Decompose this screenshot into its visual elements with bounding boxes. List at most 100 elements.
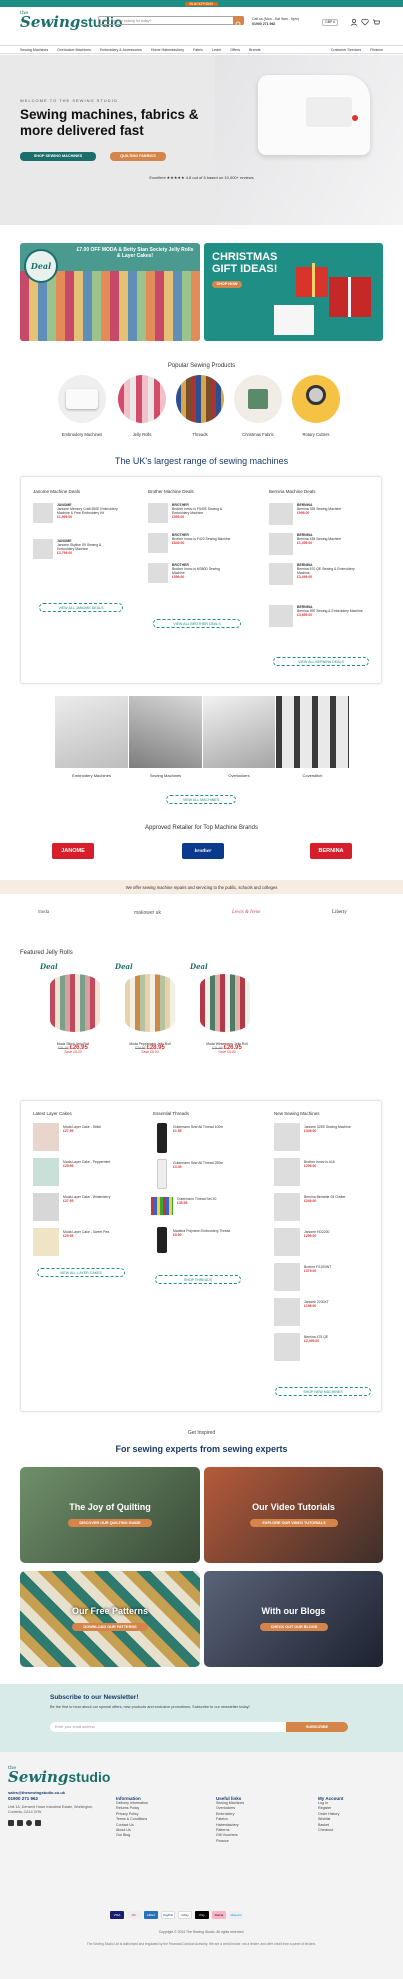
footer-phone[interactable]: 01900 271 962 [8, 1796, 38, 1801]
popular-jelly-rolls-image[interactable] [118, 375, 166, 423]
product-info[interactable]: BERNINA Bernina 335 Sewing Machine £999.… [297, 503, 363, 515]
product-info[interactable]: Bernina 475 QE £2,499.00 [304, 1335, 370, 1343]
lewis-irene-logo[interactable]: Lewis & Irene [232, 910, 260, 915]
featured-product[interactable]: Deal [40, 962, 110, 1037]
product-info[interactable]: Bernina Bernette 05 Crafter £249.00 [304, 1195, 370, 1203]
product-info[interactable]: JANOME Janome Skyline S9 Sewing & Embroi… [57, 539, 119, 555]
subscribe-button[interactable]: SUBSCRIBE [286, 1722, 348, 1732]
popular-rotary-cutters-image[interactable] [292, 375, 340, 423]
blogs-tile[interactable]: With our Blogs CHECK OUT OUR BLOGS [204, 1571, 383, 1667]
featured-product-info[interactable]: Moda Winterberry Jelly Roll £31.95 £26.9… [182, 1042, 272, 1054]
product-thumb[interactable] [151, 1197, 173, 1215]
facebook-icon[interactable] [35, 1820, 41, 1826]
view-janome-deals-button[interactable]: VIEW ALL JANOME DEALS [39, 603, 123, 612]
view-layer-cakes-button[interactable]: VIEW ALL LAYER CAKES [37, 1268, 125, 1277]
product-thumb[interactable] [269, 503, 293, 525]
nav-item[interactable]: Brands [249, 48, 260, 52]
footer-link[interactable]: Our Blog [116, 1833, 148, 1838]
download-patterns-button[interactable]: DOWNLOAD OUR PATTERNS [72, 1623, 148, 1631]
free-patterns-tile[interactable]: Our Free Patterns DOWNLOAD OUR PATTERNS [20, 1571, 200, 1667]
product-thumb[interactable] [148, 533, 168, 553]
view-all-machines-button[interactable]: VIEW ALL MACHINES [166, 795, 236, 804]
product-thumb[interactable] [33, 1228, 59, 1256]
bernina-logo[interactable]: BERNINA [310, 843, 352, 859]
nav-item[interactable]: Overlocker Machines [57, 48, 91, 52]
product-info[interactable]: Moda Layer Cake - Stitch £27.95 [63, 1125, 129, 1133]
basket-icon[interactable] [372, 18, 380, 26]
product-info[interactable]: BERNINA Bernina 435 Sewing Machine £1,49… [297, 533, 363, 545]
nav-item[interactable]: Offers [230, 48, 240, 52]
embroidery-machines-image[interactable] [55, 696, 128, 768]
product-thumb[interactable] [157, 1227, 167, 1253]
check-blogs-button[interactable]: CHECK OUT OUR BLOGS [260, 1623, 328, 1631]
nav-item[interactable]: Fabric [193, 48, 203, 52]
product-thumb[interactable] [274, 1193, 300, 1221]
product-thumb[interactable] [157, 1123, 167, 1153]
promo-code[interactable]: BLACKFRIDAY [185, 1, 218, 6]
newsletter-email-input[interactable]: Enter your email address [50, 1722, 286, 1732]
footer-link[interactable]: Terms & Conditions [116, 1817, 148, 1822]
product-info[interactable]: Brother FS100WT £379.00 [304, 1265, 370, 1273]
shop-new-machines-button[interactable]: SHOP NEW MACHINES [275, 1387, 371, 1396]
machine-type-label[interactable]: Overlockers [203, 773, 275, 778]
janome-logo[interactable]: JANOME [52, 843, 94, 859]
video-tutorials-button[interactable]: EXPLORE OUR VIDEO TUTORIALS [250, 1519, 338, 1527]
nav-item[interactable]: Embroidery & Accessories [100, 48, 142, 52]
product-info[interactable]: Gutermann Thread Set 30 £35.95 [177, 1197, 241, 1205]
nav-item[interactable]: Home Haberdashery [151, 48, 184, 52]
nav-item[interactable]: Sewing Machines [20, 48, 48, 52]
product-info[interactable]: BERNINA Bernina 570 QE Sewing & Embroide… [297, 563, 363, 579]
tiktok-icon[interactable] [26, 1820, 32, 1826]
product-thumb[interactable] [274, 1298, 300, 1326]
product-info[interactable]: JANOME Janome Memory Craft 550E Embroide… [57, 503, 119, 519]
promo-jelly-rolls[interactable]: Deal £7.00 OFF MODA & Betty Stan Society… [20, 243, 200, 341]
product-thumb[interactable] [33, 1123, 59, 1151]
video-tutorials-tile[interactable]: Our Video Tutorials EXPLORE OUR VIDEO TU… [204, 1467, 383, 1563]
product-info[interactable]: Janome HD2200 £299.00 [304, 1230, 370, 1238]
product-thumb[interactable] [148, 503, 168, 523]
quilting-fabrics-button[interactable]: QUILTING FABRICS [110, 152, 166, 161]
liberty-logo[interactable]: Liberty [332, 910, 347, 915]
product-thumb[interactable] [157, 1159, 167, 1189]
product-thumb[interactable] [269, 533, 293, 555]
product-thumb[interactable] [274, 1228, 300, 1256]
popular-embroidery-image[interactable] [58, 375, 106, 423]
nav-item[interactable]: Learn [212, 48, 221, 52]
product-info[interactable]: BROTHER Brother Innov-is M380D Sewing Ma… [172, 563, 232, 579]
footer-email[interactable]: sales@thesewingstudio.co.uk [8, 1790, 65, 1795]
trustpilot-rating[interactable]: Excellent ★★★★★ 4.8 out of 5 based on 10… [0, 175, 403, 180]
currency-select[interactable]: GBP £ [322, 19, 339, 26]
product-thumb[interactable] [274, 1123, 300, 1151]
makower-logo[interactable]: makower uk [134, 910, 161, 916]
nav-finance[interactable]: Finance [370, 48, 383, 52]
featured-product[interactable]: Deal [115, 962, 185, 1037]
footer-link[interactable]: Checkout [318, 1828, 343, 1833]
product-thumb[interactable] [33, 539, 53, 559]
machine-type-label[interactable]: Coverstitch [276, 773, 349, 778]
product-info[interactable]: BROTHER Brother Innov-is F420 Sewing Mac… [172, 533, 232, 545]
popular-christmas-fabric-image[interactable] [234, 375, 282, 423]
overlockers-image[interactable] [203, 696, 275, 768]
featured-product[interactable]: Deal [190, 962, 260, 1037]
search-input[interactable]: What are you looking for today? [98, 16, 244, 25]
footer-link[interactable]: Finance [216, 1839, 244, 1844]
sewing-machines-image[interactable] [129, 696, 202, 768]
product-thumb[interactable] [33, 503, 53, 523]
product-info[interactable]: Janome 2200XT £199.00 [304, 1300, 370, 1308]
promo-christmas-gifts[interactable]: CHRISTMAS GIFT IDEAS! SHOP NOW [204, 243, 383, 341]
search-button[interactable] [233, 16, 244, 28]
product-info[interactable]: Brother Innov-is A16 £299.00 [304, 1160, 370, 1168]
coverstitch-image[interactable] [276, 696, 349, 768]
footer-logo[interactable]: the Sewingstudio [8, 1764, 110, 1785]
product-info[interactable]: Gutermann Sew All Thread 250m £3.35 [173, 1161, 237, 1169]
wishlist-icon[interactable] [361, 18, 369, 26]
product-info[interactable]: Moda Layer Cake - Winterberry £27.95 [63, 1195, 129, 1203]
product-thumb[interactable] [269, 605, 293, 627]
brother-logo[interactable]: brother [182, 843, 224, 859]
product-thumb[interactable] [269, 563, 293, 585]
product-thumb[interactable] [274, 1333, 300, 1361]
product-info[interactable]: Moda Layer Cake - Sweet Pea £29.95 [63, 1230, 129, 1238]
product-thumb[interactable] [274, 1263, 300, 1291]
machine-type-label[interactable]: Embroidery Machines [55, 773, 128, 778]
product-info[interactable]: Gutermann Sew All Thread 100m £1.95 [173, 1125, 237, 1133]
